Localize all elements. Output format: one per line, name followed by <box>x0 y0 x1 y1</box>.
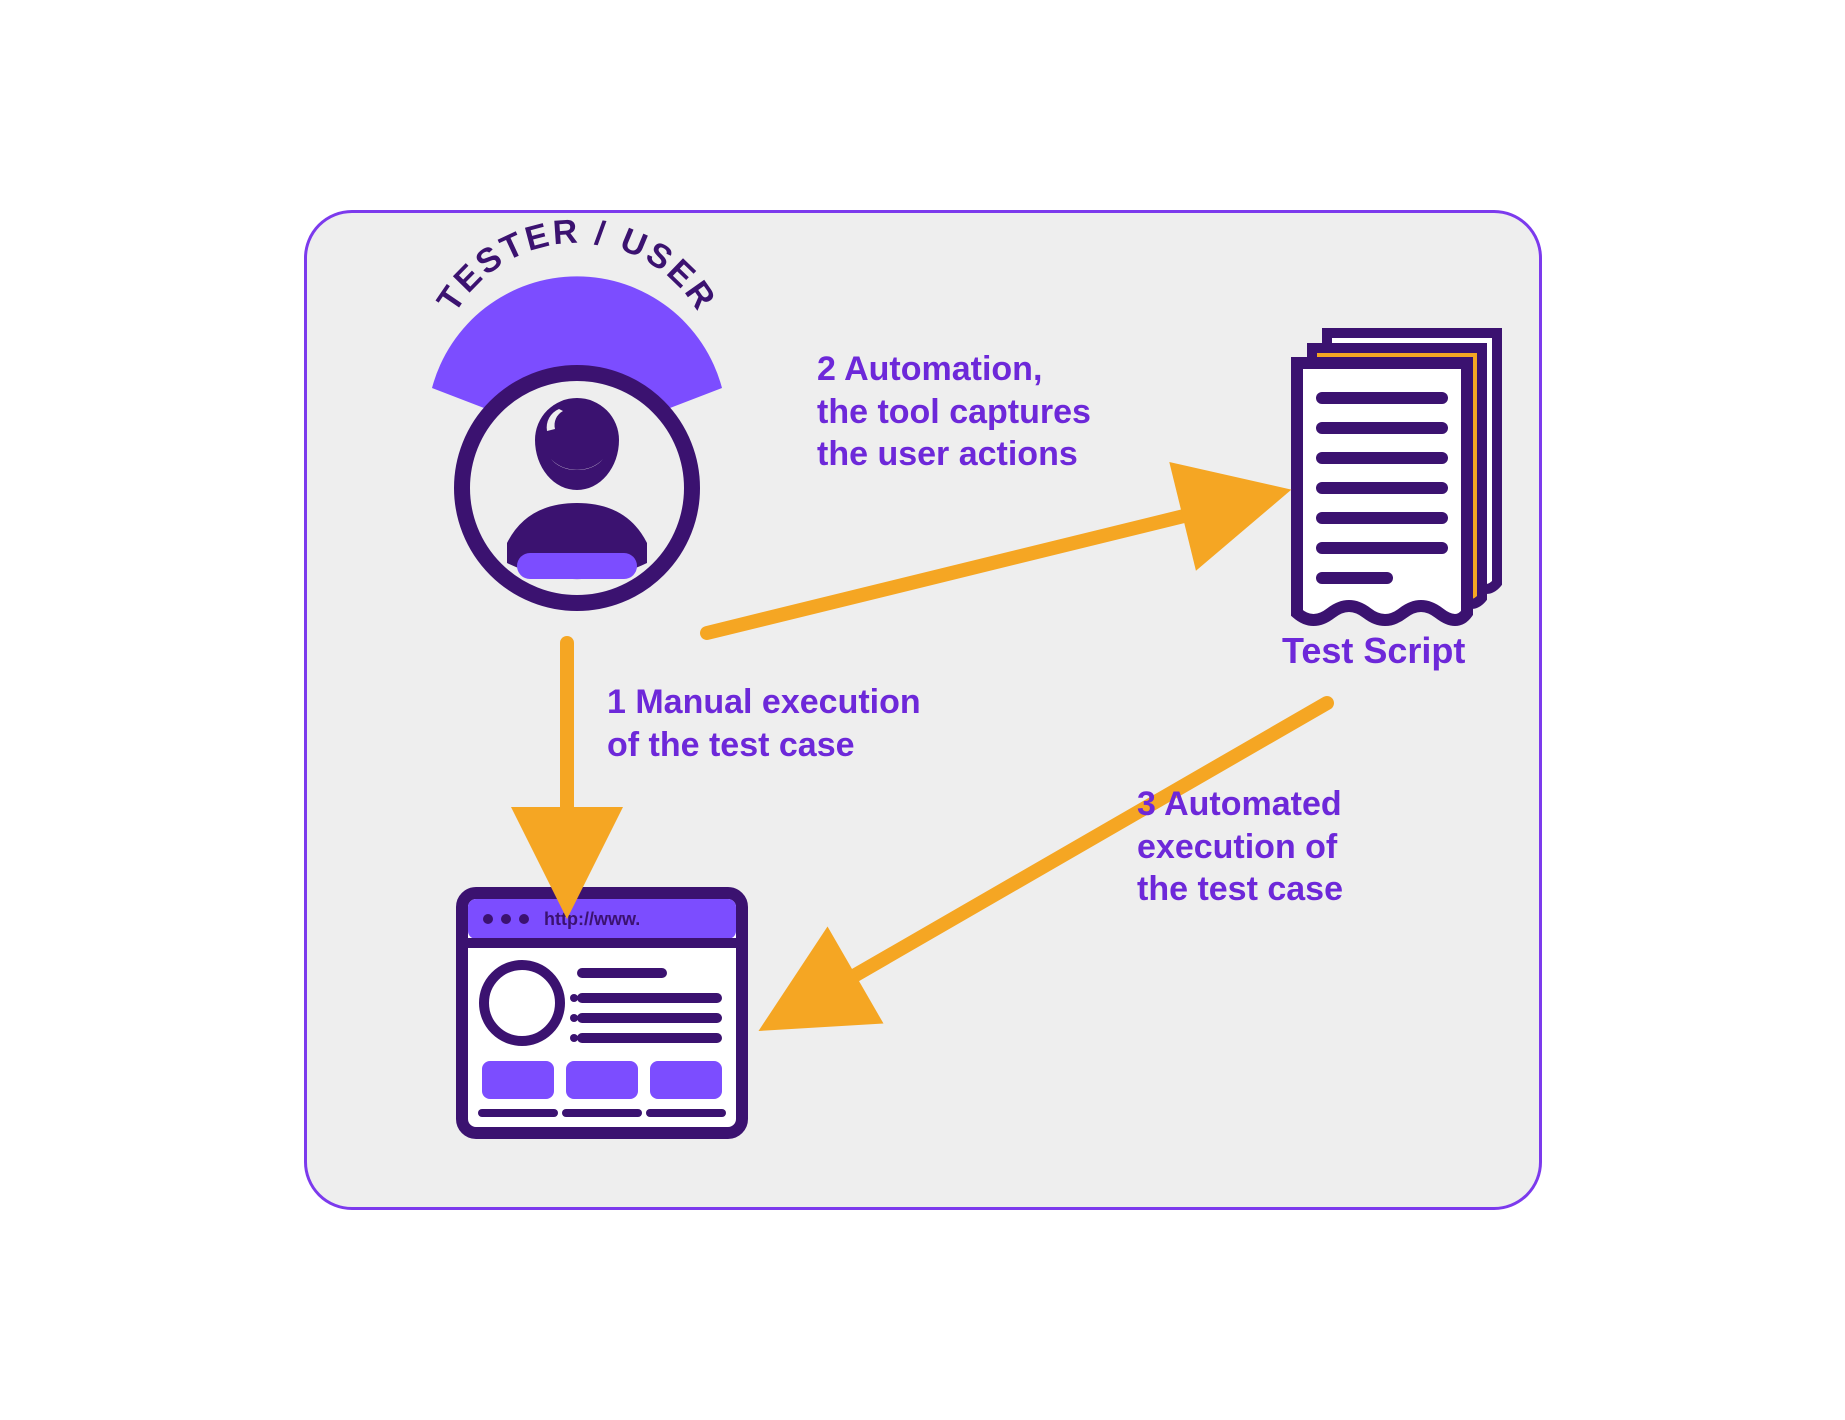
webapp-node: http://www. <box>462 893 742 1133</box>
test-script-node <box>1297 333 1497 620</box>
step-2-label: 2 Automation, the tool captures the user… <box>817 348 1091 476</box>
step-1-label: 1 Manual execution of the test case <box>607 681 921 766</box>
browser-window-icon: http://www. <box>462 893 742 1133</box>
test-script-caption: Test Script <box>1282 628 1465 673</box>
arrow-automation-capture <box>707 503 1237 633</box>
step-3-label: 3 Automated execution of the test case <box>1137 783 1343 911</box>
browser-url-text: http://www. <box>544 909 640 929</box>
tester-user-node: TESTER / USER <box>430 212 724 603</box>
document-stack-icon <box>1297 333 1497 620</box>
diagram-frame: TESTER / USER <box>304 210 1542 1210</box>
